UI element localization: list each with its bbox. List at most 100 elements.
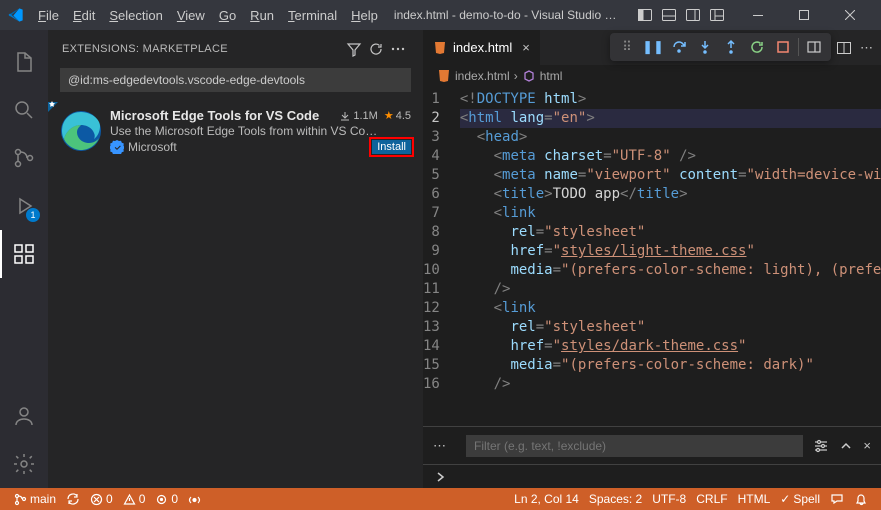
problems-panel: ⋯ × [423,426,881,464]
menu-help[interactable]: Help [345,4,384,27]
code-line[interactable]: /> [460,375,881,394]
code-line[interactable]: href="styles/dark-theme.css" [460,337,881,356]
drag-handle-icon[interactable]: ⠿ [614,34,640,60]
breadcrumb-file[interactable]: index.html [455,69,510,83]
panel-bottom-icon[interactable] [659,5,679,25]
code-line[interactable]: <head> [460,128,881,147]
panel-more-icon[interactable]: ⋯ [433,438,446,454]
close-icon[interactable]: × [522,40,530,55]
code-editor[interactable]: 12345678910111213141516 <!DOCTYPE html><… [423,87,881,426]
code-line[interactable]: media="(prefers-color-scheme: light), (p… [460,261,881,280]
sync-status[interactable] [61,492,85,506]
explorer-icon[interactable] [0,38,48,86]
code-line[interactable]: <!DOCTYPE html> [460,90,881,109]
rating: ★4.5 [384,109,411,122]
sidebar-title: EXTENSIONS: MARKETPLACE [62,43,343,55]
more-icon[interactable] [387,38,409,60]
recommended-badge-icon [48,102,58,112]
step-out-icon[interactable] [718,34,744,60]
extension-description: Use the Microsoft Edge Tools from within… [110,124,411,138]
filter-icon[interactable] [343,38,365,60]
warnings-status[interactable]: 0 [118,492,151,506]
minimize-button[interactable] [735,0,781,30]
maximize-button[interactable] [781,0,827,30]
code-line[interactable]: <meta name="viewport" content="width=dev… [460,166,881,185]
more-actions-icon[interactable]: ⋯ [860,40,873,56]
stop-icon[interactable] [770,34,796,60]
collapse-icon[interactable] [839,439,853,453]
extension-name: Microsoft Edge Tools for VS Code [110,108,333,123]
breadcrumb[interactable]: index.html › html [423,65,881,87]
html-file-icon [437,69,451,83]
tab-label: index.html [453,40,512,55]
encoding-status[interactable]: UTF-8 [647,492,691,506]
live-status[interactable] [183,493,206,506]
split-editor-icon[interactable] [836,40,852,56]
eol-status[interactable]: CRLF [691,492,732,506]
menu-file[interactable]: File [32,4,65,27]
ports-status[interactable]: 0 [150,492,183,506]
code-line[interactable]: media="(prefers-color-scheme: dark)" [460,356,881,375]
source-control-icon[interactable] [0,134,48,182]
extensions-sidebar: EXTENSIONS: MARKETPLACE @id:ms-edgedevto… [48,30,423,488]
menu-selection[interactable]: Selection [103,4,168,27]
indentation-status[interactable]: Spaces: 2 [584,492,647,506]
code-line[interactable]: href="styles/light-theme.css" [460,242,881,261]
menu-go[interactable]: Go [213,4,242,27]
close-button[interactable] [827,0,873,30]
activity-bar: 1 [0,30,48,488]
layout-icon[interactable] [707,5,727,25]
tab-bar: index.html × ⠿ ❚❚ ⋯ [423,30,881,65]
menu-view[interactable]: View [171,4,211,27]
menu-terminal[interactable]: Terminal [282,4,343,27]
install-count: 1.1M [339,110,377,122]
install-button[interactable]: Install [372,140,411,154]
menu-run[interactable]: Run [244,4,280,27]
account-icon[interactable] [0,392,48,440]
code-line[interactable]: <meta charset="UTF-8" /> [460,147,881,166]
extension-item[interactable]: Microsoft Edge Tools for VS Code 1.1M ★4… [48,102,423,160]
debug-toolbar[interactable]: ⠿ ❚❚ [610,33,831,61]
settings-gear-icon[interactable] [0,440,48,488]
cursor-position[interactable]: Ln 2, Col 14 [509,492,584,506]
pause-icon[interactable]: ❚❚ [640,34,666,60]
code-line[interactable]: <html lang="en"> [460,109,881,128]
language-status[interactable]: HTML [733,492,776,506]
code-line[interactable]: <link [460,299,881,318]
panel-right-icon[interactable] [683,5,703,25]
refresh-icon[interactable] [365,38,387,60]
bell-icon[interactable] [849,492,873,506]
vscode-logo-icon [8,7,24,23]
step-over-icon[interactable] [666,34,692,60]
restart-icon[interactable] [744,34,770,60]
code-line[interactable]: rel="stylesheet" [460,318,881,337]
chevron-right-icon[interactable] [433,470,447,484]
code-line[interactable]: /> [460,280,881,299]
code-line[interactable]: <title>TODO app</title> [460,185,881,204]
edge-logo-icon [60,110,102,152]
breadcrumb-symbol[interactable]: html [540,69,563,83]
symbol-icon [522,69,536,83]
panel-left-icon[interactable] [635,5,655,25]
devtools-icon[interactable] [801,34,827,60]
debug-badge: 1 [26,208,40,222]
spell-status[interactable]: ✓ Spell [775,492,825,506]
extension-publisher: Microsoft [110,140,372,154]
tab-index-html[interactable]: index.html × [423,30,541,65]
menu-edit[interactable]: Edit [67,4,101,27]
code-line[interactable]: rel="stylesheet" [460,223,881,242]
filter-input[interactable] [466,435,803,457]
search-icon[interactable] [0,86,48,134]
window-title: index.html - demo-to-do - Visual Studio … [384,8,635,22]
feedback-icon[interactable] [825,492,849,506]
filter-settings-icon[interactable] [813,438,829,454]
code-line[interactable]: <link [460,204,881,223]
step-into-icon[interactable] [692,34,718,60]
branch-status[interactable]: main [8,492,61,506]
close-panel-icon[interactable]: × [863,438,871,453]
title-bar: FileEditSelectionViewGoRunTerminalHelp i… [0,0,881,30]
extensions-icon[interactable] [0,230,48,278]
extensions-search-input[interactable]: @id:ms-edgedevtools.vscode-edge-devtools [60,68,411,92]
debug-icon[interactable]: 1 [0,182,48,230]
errors-status[interactable]: 0 [85,492,118,506]
